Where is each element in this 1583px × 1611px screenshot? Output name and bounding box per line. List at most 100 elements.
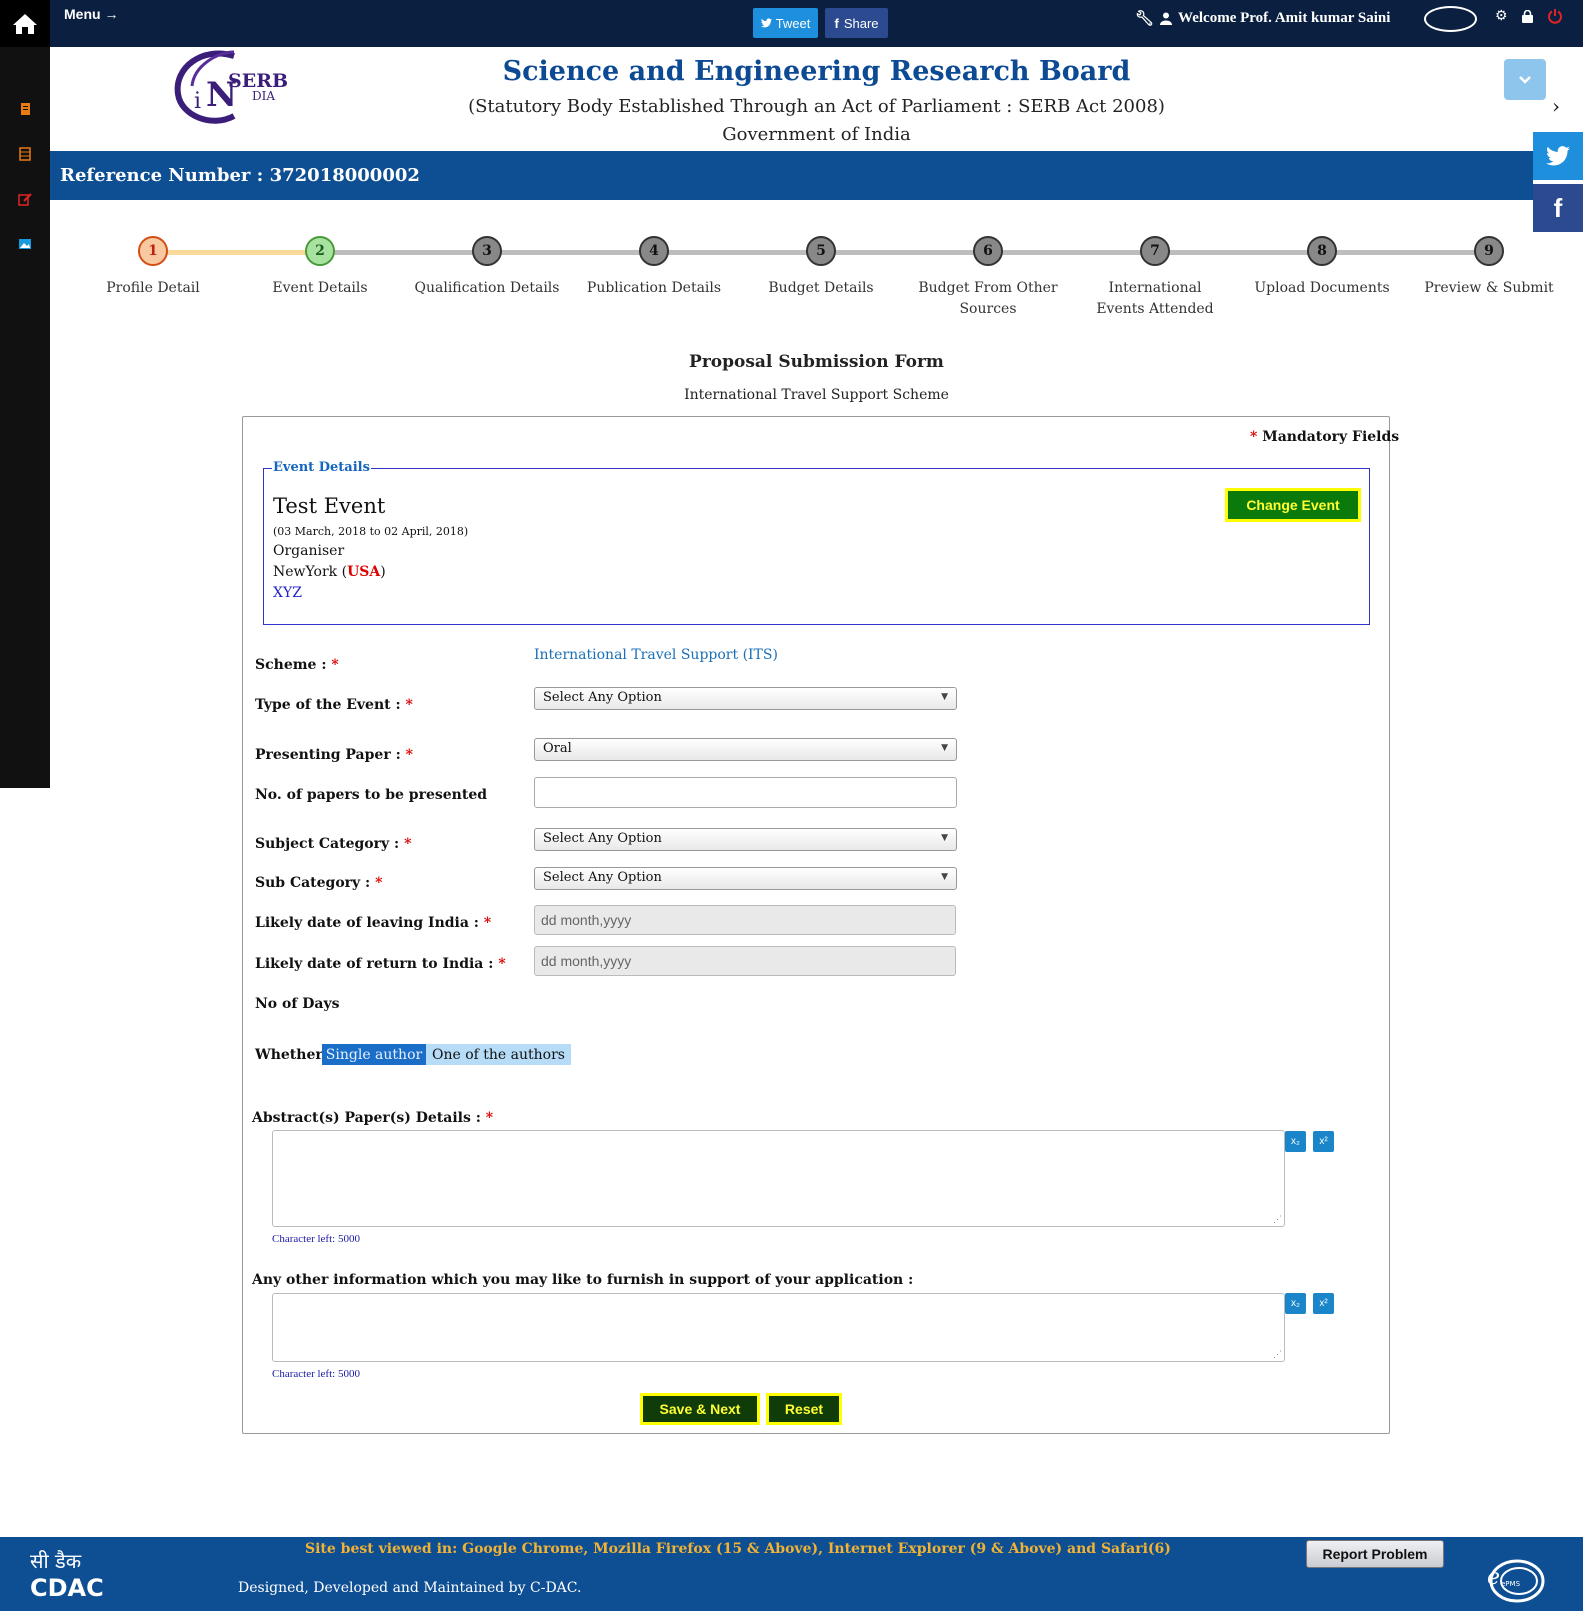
- power-icon[interactable]: [1547, 8, 1563, 24]
- sub-category-select[interactable]: Select Any Option ▼: [534, 867, 957, 890]
- single-author-option[interactable]: Single author: [322, 1044, 426, 1065]
- settings-icon[interactable]: ⚙: [1495, 8, 1508, 24]
- event-organiser: Organiser: [273, 543, 345, 559]
- step-circle-6[interactable]: 6: [973, 236, 1003, 266]
- reset-button[interactable]: Reset: [766, 1393, 842, 1425]
- dropdown-arrow-icon: ▼: [941, 743, 948, 753]
- cdac-logo: सी डैक CDAC: [30, 1549, 104, 1601]
- required-star: *: [405, 697, 413, 713]
- subscript-button[interactable]: x₂: [1285, 1293, 1306, 1314]
- wrench-icon[interactable]: 🔧︎: [1135, 9, 1154, 28]
- step-label-3[interactable]: Qualification Details: [407, 278, 567, 299]
- twitter-side-button[interactable]: [1533, 132, 1583, 180]
- resize-grip-icon[interactable]: ⋰: [1273, 1350, 1282, 1360]
- image-icon[interactable]: [17, 237, 33, 251]
- designed-by: Designed, Developed and Maintained by C-…: [238, 1580, 582, 1596]
- step-connector: [821, 250, 988, 255]
- subject-value: Select Any Option: [543, 831, 662, 846]
- step-connector: [988, 250, 1155, 255]
- abstract-label: Abstract(s) Paper(s) Details : *: [252, 1110, 493, 1126]
- save-next-button[interactable]: Save & Next: [640, 1393, 760, 1425]
- twitter-icon: [1546, 146, 1570, 166]
- papers-count-input[interactable]: [534, 777, 957, 808]
- subject-label-text: Subject Category :: [255, 836, 400, 852]
- one-of-authors-option[interactable]: One of the authors: [426, 1044, 571, 1065]
- abstract-textarea[interactable]: ⋰: [272, 1130, 1285, 1227]
- step-label-5[interactable]: Budget Details: [741, 278, 901, 299]
- tweet-label: Tweet: [775, 15, 811, 31]
- resize-grip-icon[interactable]: ⋰: [1273, 1215, 1282, 1225]
- step-circle-9[interactable]: 9: [1474, 236, 1504, 266]
- document-icon[interactable]: [17, 102, 33, 116]
- scheme-value: International Travel Support (ITS): [534, 647, 778, 663]
- mandatory-star: *: [1250, 429, 1258, 445]
- step-circle-2[interactable]: 2: [305, 236, 335, 266]
- chevron-right-icon[interactable]: ›: [1552, 94, 1560, 118]
- menu-label: Menu: [64, 6, 101, 22]
- other-info-label: Any other information which you may like…: [252, 1272, 914, 1288]
- table-icon[interactable]: [17, 147, 33, 161]
- step-label-7[interactable]: International Events Attended: [1085, 278, 1225, 320]
- step-circle-5[interactable]: 5: [806, 236, 836, 266]
- profile-oval[interactable]: [1424, 6, 1477, 32]
- best-viewed-note: Site best viewed in: Google Chrome, Mozi…: [305, 1541, 1171, 1557]
- mandatory-note: * Mandatory Fields: [1250, 429, 1399, 445]
- presenting-label-text: Presenting Paper :: [255, 747, 401, 763]
- subscript-button[interactable]: x₂: [1285, 1131, 1306, 1152]
- facebook-side-button[interactable]: f: [1533, 184, 1583, 232]
- dropdown-arrow-icon: ▼: [941, 692, 948, 702]
- step-circle-8[interactable]: 8: [1307, 236, 1337, 266]
- required-star: *: [405, 747, 413, 763]
- event-details-fieldset: [263, 468, 1370, 625]
- event-dates: (03 March, 2018 to 02 April, 2018): [273, 525, 469, 538]
- dropdown-arrow-icon: ▼: [941, 833, 948, 843]
- subject-category-select[interactable]: Select Any Option ▼: [534, 828, 957, 851]
- step-label-6[interactable]: Budget From Other Sources: [918, 278, 1058, 320]
- home-icon[interactable]: [0, 0, 50, 47]
- step-label-1[interactable]: Profile Detail: [73, 278, 233, 299]
- twitter-icon: [760, 18, 772, 28]
- subject-category-label: Subject Category : *: [255, 836, 411, 852]
- return-date-label: Likely date of return to India : *: [255, 956, 506, 972]
- whether-label: Whether: [255, 1047, 323, 1063]
- required-star: *: [483, 915, 492, 931]
- superscript-button[interactable]: x²: [1313, 1293, 1334, 1314]
- leave-date-input[interactable]: dd month,yyyy: [534, 905, 956, 935]
- subcat-value: Select Any Option: [543, 870, 662, 885]
- step-label-4[interactable]: Publication Details: [574, 278, 734, 299]
- report-problem-button[interactable]: Report Problem: [1306, 1540, 1444, 1568]
- event-city: NewYork: [273, 564, 338, 580]
- scheme-label-text: Scheme :: [255, 657, 327, 673]
- leave-label-text: Likely date of leaving India :: [255, 915, 479, 931]
- return-date-input[interactable]: dd month,yyyy: [534, 946, 956, 976]
- facebook-icon: f: [1553, 192, 1563, 223]
- step-circle-7[interactable]: 7: [1140, 236, 1170, 266]
- step-label-9[interactable]: Preview & Submit: [1409, 278, 1569, 299]
- abstract-label-text: Abstract(s) Paper(s) Details :: [252, 1110, 481, 1126]
- lock-icon[interactable]: [1521, 10, 1533, 23]
- step-circle-4[interactable]: 4: [639, 236, 669, 266]
- subcat-label-text: Sub Category :: [255, 875, 371, 891]
- tweet-button[interactable]: Tweet: [753, 8, 818, 38]
- svg-text:e: e: [1487, 1565, 1500, 1590]
- presenting-paper-select[interactable]: Oral ▼: [534, 738, 957, 761]
- event-location: NewYork (USA): [273, 564, 386, 580]
- step-connector: [487, 250, 654, 255]
- other-info-textarea[interactable]: ⋰: [272, 1293, 1285, 1362]
- edit-icon[interactable]: [17, 192, 33, 206]
- days-label: No of Days: [255, 996, 340, 1012]
- form-subtitle: International Travel Support Scheme: [684, 387, 949, 403]
- step-label-8[interactable]: Upload Documents: [1242, 278, 1402, 299]
- share-button[interactable]: f Share: [825, 8, 888, 38]
- collapse-button[interactable]: [1504, 59, 1546, 100]
- epms-text: ePMS: [1501, 1580, 1521, 1588]
- superscript-button[interactable]: x²: [1313, 1131, 1334, 1152]
- user-icon: [1160, 12, 1173, 25]
- change-event-button[interactable]: Change Event: [1225, 488, 1361, 522]
- step-label-2[interactable]: Event Details: [240, 278, 400, 299]
- step-circle-3[interactable]: 3: [472, 236, 502, 266]
- menu-button[interactable]: Menu →: [64, 6, 118, 22]
- step-circle-1[interactable]: 1: [138, 236, 168, 266]
- event-type-select[interactable]: Select Any Option ▼: [534, 687, 957, 710]
- presenting-value: Oral: [543, 741, 572, 756]
